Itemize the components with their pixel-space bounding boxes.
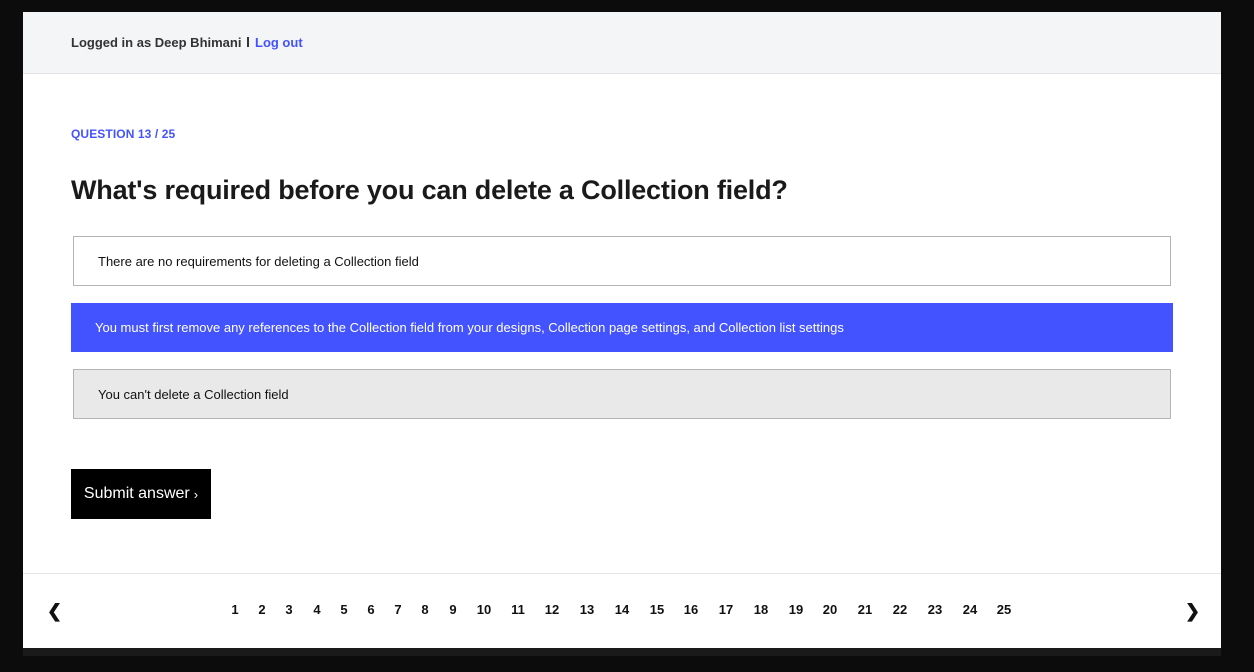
page-link-14[interactable]: 14 bbox=[615, 602, 629, 617]
answer-option-3[interactable]: You can't delete a Collection field bbox=[73, 369, 1171, 419]
top-bar: Logged in as Deep Bhimani Log out bbox=[23, 12, 1221, 74]
page-link-4[interactable]: 4 bbox=[313, 602, 320, 617]
page-link-18[interactable]: 18 bbox=[754, 602, 768, 617]
page-link-5[interactable]: 5 bbox=[340, 602, 347, 617]
page-link-23[interactable]: 23 bbox=[928, 602, 942, 617]
page-link-12[interactable]: 12 bbox=[545, 602, 559, 617]
page-link-15[interactable]: 15 bbox=[650, 602, 664, 617]
page-link-6[interactable]: 6 bbox=[367, 602, 374, 617]
page-link-16[interactable]: 16 bbox=[684, 602, 698, 617]
logout-link[interactable]: Log out bbox=[255, 35, 303, 50]
page-link-3[interactable]: 3 bbox=[285, 602, 292, 617]
submit-answer-button[interactable]: Submit answer › bbox=[71, 469, 211, 519]
page-link-10[interactable]: 10 bbox=[477, 602, 491, 617]
quiz-window: Logged in as Deep Bhimani Log out QUESTI… bbox=[23, 12, 1221, 648]
page-link-9[interactable]: 9 bbox=[449, 602, 456, 617]
page-link-7[interactable]: 7 bbox=[394, 602, 401, 617]
page-link-20[interactable]: 20 bbox=[823, 602, 837, 617]
page-link-25[interactable]: 25 bbox=[997, 602, 1011, 617]
page-link-19[interactable]: 19 bbox=[789, 602, 803, 617]
page-link-1[interactable]: 1 bbox=[231, 602, 238, 617]
page-link-13[interactable]: 13 bbox=[580, 602, 594, 617]
logged-in-text: Logged in as Deep Bhimani bbox=[71, 35, 242, 50]
page-link-2[interactable]: 2 bbox=[258, 602, 265, 617]
answer-option-label: You can't delete a Collection field bbox=[98, 386, 289, 402]
answer-option-1[interactable]: There are no requirements for deleting a… bbox=[73, 236, 1171, 286]
page-link-21[interactable]: 21 bbox=[858, 602, 872, 617]
page-link-17[interactable]: 17 bbox=[719, 602, 733, 617]
pagination-bar: ❮ 1 2 3 4 5 6 7 8 9 10 11 12 13 14 15 16 17 18 19 20 21 22 23 2… bbox=[23, 573, 1221, 648]
question-title: What's required before you can delete a … bbox=[71, 175, 788, 205]
window-bottom-edge bbox=[23, 648, 1221, 656]
submit-label: Submit answer bbox=[83, 485, 190, 502]
answer-option-label: You must first remove any references to … bbox=[95, 320, 844, 335]
separator bbox=[247, 37, 249, 47]
page-link-22[interactable]: 22 bbox=[893, 602, 907, 617]
page-link-8[interactable]: 8 bbox=[421, 602, 428, 617]
page-link-11[interactable]: 11 bbox=[511, 602, 525, 617]
next-question-icon[interactable]: ❯ bbox=[1185, 602, 1200, 620]
page-link-24[interactable]: 24 bbox=[963, 602, 977, 617]
page-numbers: 1 2 3 4 5 6 7 8 9 10 11 12 13 14 15 16 17 18 19 20 21 22 23 24 2… bbox=[23, 602, 1221, 622]
chevron-right-icon: › bbox=[193, 486, 199, 502]
answer-option-2-selected[interactable]: You must first remove any references to … bbox=[71, 303, 1173, 352]
answer-option-label: There are no requirements for deleting a… bbox=[98, 253, 419, 269]
question-counter: QUESTION 13 / 25 bbox=[71, 127, 176, 141]
